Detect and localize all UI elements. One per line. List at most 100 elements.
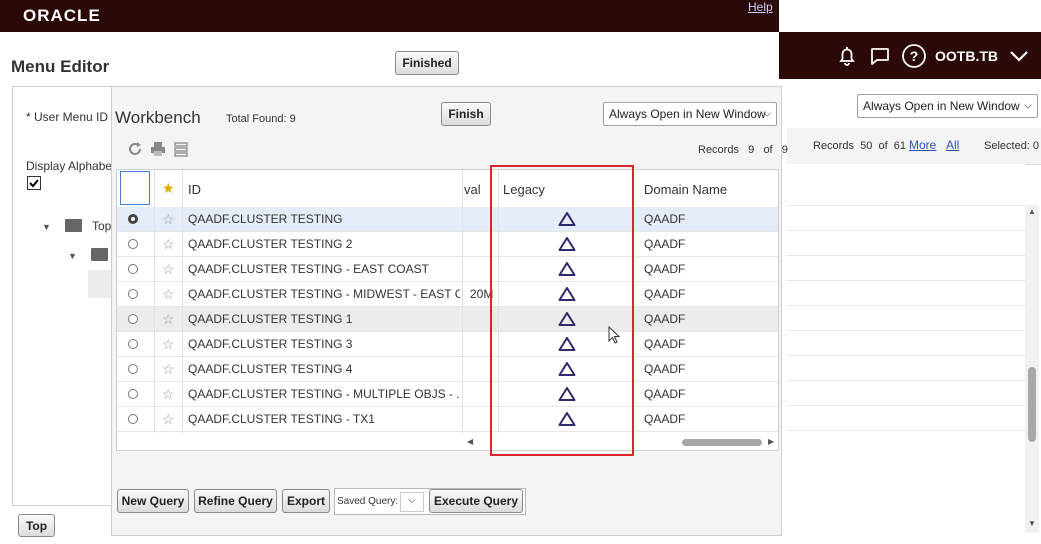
row-id[interactable]: QAADF.CLUSTER TESTING 2 — [188, 232, 460, 256]
row-domain-name: QAADF — [644, 287, 686, 301]
row-select-cell[interactable] — [128, 407, 138, 431]
display-alpha-checkbox[interactable] — [27, 176, 41, 190]
print-icon[interactable] — [150, 141, 166, 157]
column-header-id[interactable]: ID — [188, 182, 201, 197]
all-link[interactable]: All — [946, 138, 959, 152]
row-id[interactable]: QAADF.CLUSTER TESTING - MULTIPLE OBJS - … — [188, 382, 460, 406]
tree-selected-node[interactable] — [88, 270, 112, 298]
table-row[interactable]: ☆ QAADF.CLUSTER TESTING - TX1 QAADF — [117, 407, 778, 432]
row-domain-name: QAADF — [644, 237, 686, 251]
chevron-down-icon[interactable] — [1008, 46, 1030, 66]
column-header-val[interactable]: val — [464, 182, 481, 197]
row-select-radio[interactable] — [128, 239, 138, 249]
chevron-down-icon: ⌵ — [408, 495, 416, 506]
help-icon[interactable]: ? — [901, 43, 927, 69]
row-select-radio[interactable] — [128, 264, 138, 274]
row-select-cell[interactable] — [128, 207, 138, 231]
table-row[interactable]: ☆ QAADF.CLUSTER TESTING - EAST COAST QAADF — [117, 257, 778, 282]
favorite-star-icon[interactable]: ☆ — [162, 357, 175, 381]
row-select-cell[interactable] — [128, 257, 138, 281]
scroll-right-icon[interactable]: ▶ — [768, 437, 774, 446]
execute-query-button[interactable]: Execute Query — [429, 489, 523, 513]
scroll-thumb[interactable] — [682, 439, 762, 446]
user-name[interactable]: OOTB.TB — [935, 48, 998, 64]
favorite-star-icon[interactable]: ☆ — [162, 382, 175, 406]
favorite-star-icon[interactable]: ☆ — [162, 332, 175, 356]
scroll-up-icon[interactable]: ▲ — [1028, 207, 1036, 216]
folder-icon — [91, 248, 108, 261]
row-select-radio[interactable] — [128, 314, 138, 324]
top-button[interactable]: Top — [18, 514, 55, 537]
tree-top-label[interactable]: Top — [92, 219, 112, 233]
open-mode-select[interactable]: Always Open in New Window ⌵ — [603, 102, 777, 126]
oracle-logo: ORACLE — [23, 6, 101, 25]
favorite-star-icon[interactable]: ☆ — [162, 407, 175, 431]
right-grid — [787, 164, 1025, 536]
favorite-star-icon[interactable]: ☆ — [162, 257, 175, 281]
favorite-star-icon[interactable]: ☆ — [162, 232, 175, 256]
row-select-radio[interactable] — [128, 364, 138, 374]
svg-text:?: ? — [910, 48, 919, 64]
columns-icon[interactable] — [174, 141, 188, 157]
row-id[interactable]: QAADF.CLUSTER TESTING — [188, 207, 460, 231]
favorite-header-star-icon[interactable]: ★ — [162, 180, 175, 197]
new-query-button[interactable]: New Query — [117, 489, 189, 513]
saved-query-dropdown[interactable]: ⌵ — [400, 492, 424, 512]
chat-icon[interactable] — [868, 44, 892, 68]
column-header-domain-name[interactable]: Domain Name — [644, 182, 727, 197]
table-row[interactable]: ☆ QAADF.CLUSTER TESTING - MIDWEST - EAST … — [117, 282, 778, 307]
row-select-cell[interactable] — [128, 307, 138, 331]
records-total: 9 — [781, 144, 788, 156]
favorite-star-icon[interactable]: ☆ — [162, 207, 175, 231]
table-row[interactable]: ☆ QAADF.CLUSTER TESTING 2 QAADF — [117, 232, 778, 257]
open-mode-value: Always Open in New Window — [609, 107, 766, 121]
export-button[interactable]: Export — [282, 489, 330, 513]
tree-expand-icon[interactable]: ▼ — [42, 222, 51, 232]
table-row[interactable]: ☆ QAADF.CLUSTER TESTING - MULTIPLE OBJS -… — [117, 382, 778, 407]
finish-button[interactable]: Finish — [441, 102, 491, 126]
refine-query-button[interactable]: Refine Query — [194, 489, 277, 513]
row-select-radio[interactable] — [128, 414, 138, 424]
row-domain-name: QAADF — [644, 362, 686, 376]
row-select-radio[interactable] — [128, 289, 138, 299]
row-select-radio[interactable] — [128, 339, 138, 349]
row-select-cell[interactable] — [128, 357, 138, 381]
favorite-star-icon[interactable]: ☆ — [162, 282, 175, 306]
row-select-radio[interactable] — [128, 214, 138, 224]
select-all-cell[interactable] — [120, 171, 150, 205]
table-row[interactable]: ☆ QAADF.CLUSTER TESTING 3 QAADF — [117, 332, 778, 357]
table-row[interactable]: ☆ QAADF.CLUSTER TESTING QAADF — [117, 207, 778, 232]
row-select-cell[interactable] — [128, 382, 138, 406]
row-id[interactable]: QAADF.CLUSTER TESTING - EAST COAST — [188, 257, 460, 281]
row-select-cell[interactable] — [128, 282, 138, 306]
help-link[interactable]: Help — [748, 0, 773, 14]
row-select-cell[interactable] — [128, 232, 138, 256]
right-open-mode-select[interactable]: Always Open in New Window ⌵ — [857, 94, 1038, 118]
scroll-left-icon[interactable]: ◀ — [467, 437, 473, 446]
row-domain-name: QAADF — [644, 262, 686, 276]
finished-button[interactable]: Finished — [395, 51, 459, 75]
scroll-down-icon[interactable]: ▼ — [1028, 519, 1036, 528]
row-select-cell[interactable] — [128, 332, 138, 356]
records-current: 50 — [860, 140, 873, 152]
tree-expand-icon[interactable]: ▼ — [68, 251, 77, 261]
bell-icon[interactable] — [835, 44, 859, 68]
chevron-down-icon: ⌵ — [763, 108, 771, 120]
table-row[interactable]: ☆ QAADF.CLUSTER TESTING 4 QAADF — [117, 357, 778, 382]
table-row[interactable]: ☆ QAADF.CLUSTER TESTING 1 QAADF — [117, 307, 778, 332]
row-id[interactable]: QAADF.CLUSTER TESTING 1 — [188, 307, 460, 331]
row-id[interactable]: QAADF.CLUSTER TESTING 3 — [188, 332, 460, 356]
row-select-radio[interactable] — [128, 389, 138, 399]
scroll-thumb[interactable] — [1028, 367, 1036, 442]
records-label: Records — [698, 144, 739, 156]
results-grid: ★ ID val Legacy Domain Name ☆ QAADF.CLUST… — [116, 169, 779, 451]
refresh-icon[interactable] — [127, 141, 143, 157]
records-of: of — [763, 144, 773, 156]
row-id[interactable]: QAADF.CLUSTER TESTING - TX1 — [188, 407, 460, 431]
row-id[interactable]: QAADF.CLUSTER TESTING - MIDWEST - EAST C… — [188, 282, 460, 306]
favorite-star-icon[interactable]: ☆ — [162, 307, 175, 331]
more-link[interactable]: More — [909, 138, 936, 152]
vertical-scrollbar[interactable]: ▲ ▼ — [1025, 205, 1039, 533]
row-id[interactable]: QAADF.CLUSTER TESTING 4 — [188, 357, 460, 381]
right-open-mode-value: Always Open in New Window — [863, 99, 1020, 113]
